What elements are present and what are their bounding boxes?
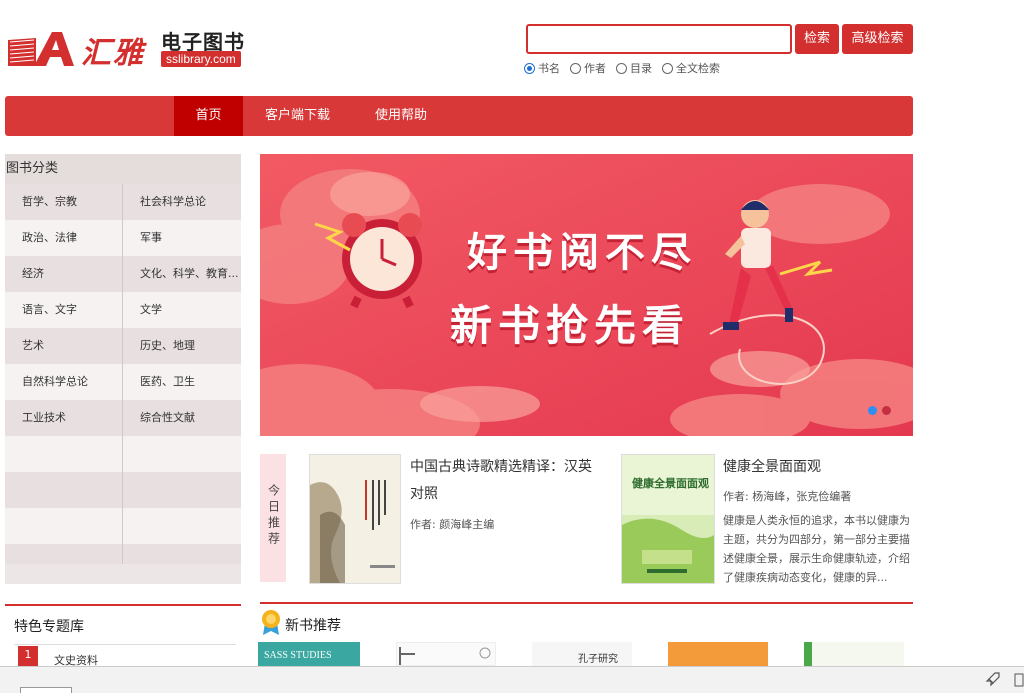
radio-title[interactable]: 书名 [524,60,560,76]
radio-unchecked-icon [662,62,673,74]
category-item[interactable]: 文学 [123,292,241,328]
category-item[interactable]: 经济 [5,256,123,292]
category-item-empty [123,472,241,508]
new-book-thumb-1[interactable]: SASS STUDIES [258,642,360,666]
advanced-search-button[interactable]: 高级检索 [842,24,913,54]
radio-fulltext[interactable]: 全文检索 [662,60,720,76]
book-desc-2: 健康是人类永恒的追求，本书以健康为主题，共分为四部分，第一部分主要描述健康全景，… [723,514,910,584]
banner-dot-1[interactable] [868,406,877,415]
book-cover-1-art [310,455,400,583]
book-title-2[interactable]: 健康全景面面观 [723,454,913,481]
new-book-thumb-5-stripe [804,642,812,666]
new-book-thumb-3-text: 孔子研究 [578,654,618,665]
category-item[interactable]: 政治、法律 [5,220,123,256]
special-topics-divider [14,644,236,645]
radio-label: 目录 [630,62,652,75]
category-item-empty [123,508,241,544]
category-row: 哲学、宗教 社会科学总论 [5,184,241,220]
category-row [5,508,241,544]
logo-url: sslibrary.com [161,51,241,67]
nav-home[interactable]: 首页 [174,96,243,136]
radio-label: 全文检索 [676,62,720,75]
nav-client-download[interactable]: 客户端下载 [255,96,340,136]
category-row: 工业技术 综合性文献 [5,400,241,436]
category-item-empty [5,544,123,564]
new-book-thumb-5[interactable] [804,642,904,666]
category-list: 哲学、宗教 社会科学总论 政治、法律 军事 经济 文化、科学、教育... 语言、… [5,184,241,564]
category-row [5,544,241,564]
logo-brand: 汇雅 [81,36,145,71]
radio-unchecked-icon [616,62,627,74]
logo-book-icon [8,32,74,66]
category-item[interactable]: 军事 [123,220,241,256]
book-title-1[interactable]: 中国古典诗歌精选精译：汉英对照 [410,454,605,508]
category-item[interactable]: 医药、卫生 [123,364,241,400]
category-row: 艺术 历史、地理 [5,328,241,364]
today-recommend-tag: 今日推荐 [260,454,286,582]
status-menu-icon[interactable] [1014,673,1024,687]
new-book-thumb-2[interactable] [396,642,496,666]
radio-author[interactable]: 作者 [570,60,606,76]
category-item[interactable]: 语言、文字 [5,292,123,328]
category-item[interactable]: 艺术 [5,328,123,364]
category-row: 经济 文化、科学、教育... [5,256,241,292]
category-item[interactable]: 综合性文献 [123,400,241,436]
medal-icon [262,610,280,635]
book-cover-2[interactable]: 健康全景面面观 [621,454,715,584]
radio-catalog[interactable]: 目录 [616,60,652,76]
category-row: 自然科学总论 医药、卫生 [5,364,241,400]
status-tab-box [20,687,72,693]
category-item[interactable]: 哲学、宗教 [5,184,123,220]
special-item-rank: 1 [18,646,38,668]
nav-help[interactable]: 使用帮助 [365,96,437,136]
section-divider [260,602,913,604]
promo-banner[interactable]: 好书阅不尽 新书抢先看 [260,154,913,436]
radio-label: 作者 [584,62,606,75]
sidebar-title: 图书分类 [5,154,241,184]
category-item[interactable]: 工业技术 [5,400,123,436]
category-sidebar: 图书分类 哲学、宗教 社会科学总论 政治、法律 军事 经济 文化、科学、教育..… [5,154,241,584]
category-row [5,436,241,472]
category-item-empty [123,436,241,472]
category-item-empty [5,472,123,508]
banner-headline-1: 好书阅不尽 [467,230,697,276]
banner-headline-2: 新书抢先看 [450,301,691,350]
radio-unchecked-icon [570,62,581,74]
search-type-radios: 书名 作者 目录 全文检索 [524,60,720,76]
search-button[interactable]: 检索 [795,24,839,54]
new-books-title: 新书推荐 [285,618,341,634]
category-item[interactable]: 自然科学总论 [5,364,123,400]
search-input[interactable] [526,24,792,54]
category-item-empty [123,544,241,564]
book-cover-2-title: 健康全景面面观 [632,477,709,490]
site-logo[interactable]: 汇雅 电子图书 sslibrary.com [6,26,246,72]
today-tag-text: 今日推荐 [266,484,281,548]
category-row: 政治、法律 军事 [5,220,241,256]
book-author-1: 作者: 颜海峰主编 [410,518,495,531]
category-item[interactable]: 历史、地理 [123,328,241,364]
category-item-empty [5,436,123,472]
category-row: 语言、文字 文学 [5,292,241,328]
category-row [5,472,241,508]
new-book-thumb-4[interactable] [668,642,768,666]
radio-checked-icon [524,62,535,74]
category-item[interactable]: 文化、科学、教育... [123,256,241,292]
category-item-empty [5,508,123,544]
banner-pagination [868,406,891,415]
browser-status-bar [0,666,1024,693]
rocket-icon[interactable] [985,671,1001,687]
new-book-thumb-1-text: SASS STUDIES [264,650,332,661]
banner-dot-2[interactable] [882,406,891,415]
radio-label: 书名 [538,62,560,75]
book-author-2: 作者: 杨海峰，张克俭编著 [723,490,852,503]
book-cover-1[interactable] [309,454,401,584]
new-book-thumb-3[interactable]: 孔子研究 [532,642,632,666]
new-book-thumb-2-art [399,647,491,665]
category-item[interactable]: 社会科学总论 [123,184,241,220]
main-nav: 首页 客户端下载 使用帮助 [5,96,913,136]
special-topics-title: 特色专题库 [14,619,84,635]
